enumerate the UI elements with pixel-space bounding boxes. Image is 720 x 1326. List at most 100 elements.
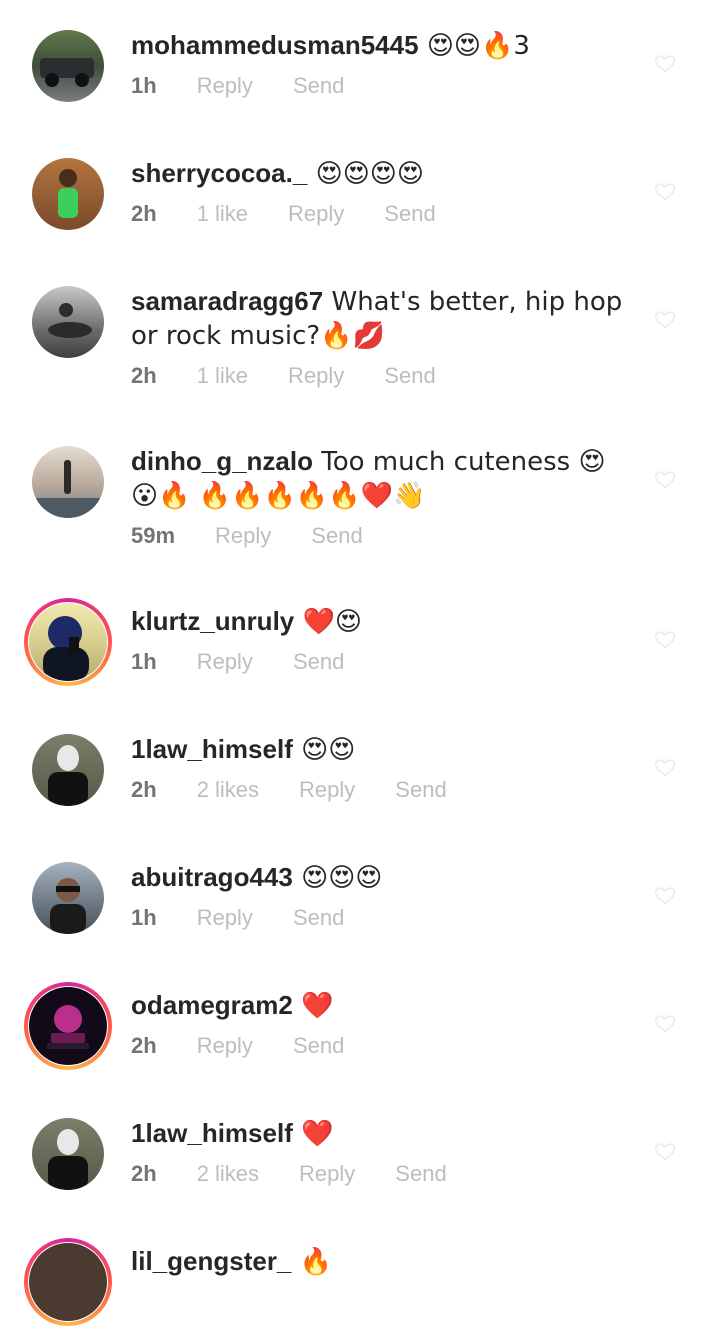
comment-text: samaradragg67 What's better, hip hop [131,284,631,319]
person-icon [48,745,88,806]
username-link[interactable]: lil_gengster_ [131,1246,291,1276]
avatar-image [32,1118,104,1190]
send-button[interactable]: Send [293,1033,344,1059]
gaming-logo-icon [47,1005,89,1049]
reply-button[interactable]: Reply [197,1033,253,1059]
avatar-image [32,30,104,102]
comment-time: 2h [131,201,157,226]
username-link[interactable]: dinho_g_nzalo [131,446,313,476]
comment-body: 🔥 [291,1247,333,1277]
comment-text: lil_gengster_ 🔥 [131,1244,631,1279]
reply-button[interactable]: Reply [288,201,344,227]
like-heart-icon[interactable] [654,884,676,906]
send-button[interactable]: Send [384,201,435,227]
avatar-image [29,1243,107,1321]
comment-time: 2h [131,363,157,388]
avatar-image [32,734,104,806]
avatar[interactable] [32,446,104,518]
send-button[interactable]: Send [311,523,362,549]
avatar[interactable] [32,30,104,102]
username-link[interactable]: odamegram2 [131,990,293,1020]
comment-text: mohammedusman5445 😍😍🔥3 [131,28,631,63]
avatar[interactable] [24,982,112,1070]
reply-button[interactable]: Reply [197,649,253,675]
person-icon [48,1129,88,1190]
comment-text-continued: 😮🔥 🔥🔥🔥🔥🔥❤️👋 [131,481,426,511]
avatar[interactable] [32,286,104,358]
likes-count[interactable]: 1 like [197,201,248,227]
like-heart-icon[interactable] [654,756,676,778]
likes-count[interactable]: 2 likes [197,777,259,803]
comment-body: What's better, hip hop [323,287,623,317]
reply-button[interactable]: Reply [299,777,355,803]
send-button[interactable]: Send [395,777,446,803]
comment-text: abuitrago443 😍😍😍 [131,860,631,895]
person-icon [32,460,104,518]
comment-time: 1h [131,649,157,674]
avatar[interactable] [32,734,104,806]
person-icon [50,878,86,934]
send-button[interactable]: Send [293,649,344,675]
username-link[interactable]: 1law_himself [131,734,293,764]
comment-time: 1h [131,905,157,930]
reply-button[interactable]: Reply [197,73,253,99]
like-heart-icon[interactable] [654,468,676,490]
truck-icon [40,58,94,87]
avatar[interactable] [32,1118,104,1190]
like-heart-icon[interactable] [654,1140,676,1162]
avatar[interactable] [32,158,104,230]
avatar[interactable] [32,862,104,934]
comment-body: ❤️😍 [294,607,363,637]
comment-body: 😍😍🔥3 [418,31,530,61]
send-button[interactable]: Send [384,363,435,389]
comment-body: Too much cuteness 😍 [313,447,606,477]
avatar[interactable] [24,598,112,686]
avatar-image [32,446,104,518]
likes-count[interactable]: 1 like [197,363,248,389]
avatar-image [32,286,104,358]
reply-button[interactable]: Reply [197,905,253,931]
comment-text: dinho_g_nzalo Too much cuteness 😍 [131,444,631,479]
comment-body: 😍😍😍 [292,863,383,893]
avatar-image [29,987,107,1065]
send-button[interactable]: Send [293,73,344,99]
like-heart-icon[interactable] [654,180,676,202]
comment-text: 1law_himself 😍😍 [131,732,631,767]
comment-text-continued: or rock music?🔥💋 [131,321,385,351]
reply-button[interactable]: Reply [215,523,271,549]
reply-button[interactable]: Reply [288,363,344,389]
username-link[interactable]: samaradragg67 [131,286,323,316]
username-link[interactable]: abuitrago443 [131,862,293,892]
send-button[interactable]: Send [293,905,344,931]
person-icon [43,616,89,681]
comment-text: odamegram2 ❤️ [131,988,631,1023]
avatar-image [32,862,104,934]
comment-body: ❤️ [292,1119,334,1149]
username-link[interactable]: mohammedusman5445 [131,30,419,60]
comment-time: 1h [131,73,157,98]
like-heart-icon[interactable] [654,308,676,330]
person-icon [48,303,92,338]
avatar-image [32,158,104,230]
comment-text: sherrycocoa._ 😍😍😍😍 [131,156,631,191]
like-heart-icon[interactable] [654,628,676,650]
avatar-image [29,603,107,681]
comment-body: ❤️ [292,991,334,1021]
reply-button[interactable]: Reply [299,1161,355,1187]
username-link[interactable]: 1law_himself [131,1118,293,1148]
comment-time: 59m [131,523,176,548]
avatar[interactable] [24,1238,112,1326]
comment-time: 2h [131,777,157,802]
person-icon [58,169,78,218]
comment-text: 1law_himself ❤️ [131,1116,631,1151]
username-link[interactable]: klurtz_unruly [131,606,294,636]
likes-count[interactable]: 2 likes [197,1161,259,1187]
comment-text: klurtz_unruly ❤️😍 [131,604,631,639]
send-button[interactable]: Send [395,1161,446,1187]
username-link[interactable]: sherrycocoa._ [131,158,307,188]
comment-time: 2h [131,1161,157,1186]
like-heart-icon[interactable] [654,52,676,74]
comment-body: 😍😍 [292,735,356,765]
comment-time: 2h [131,1033,157,1058]
like-heart-icon[interactable] [654,1012,676,1034]
